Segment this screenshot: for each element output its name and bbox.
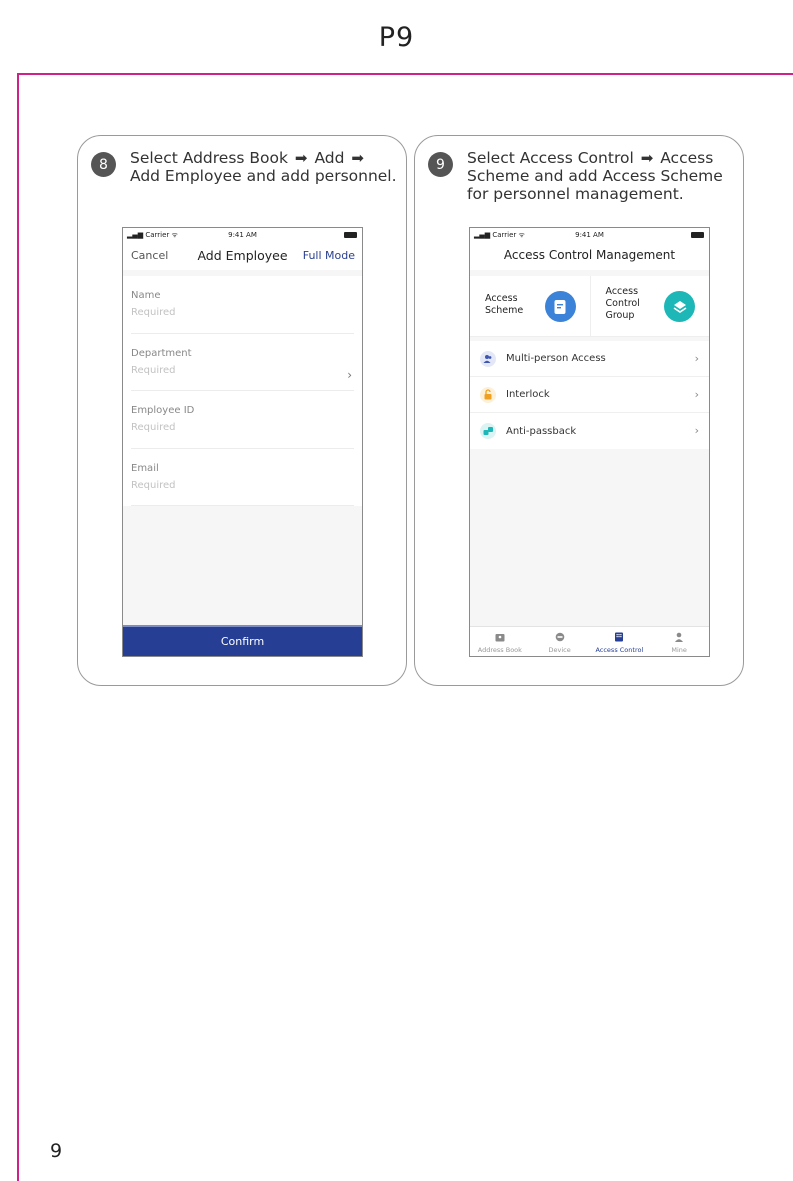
layers-icon (664, 291, 695, 322)
full-mode-button[interactable]: Full Mode (303, 249, 355, 262)
page-number: 9 (50, 1140, 63, 1162)
lock-icon (480, 386, 496, 403)
chevron-right-icon: › (694, 424, 699, 437)
swap-icon (480, 423, 496, 439)
step-9-text-2: Access (660, 149, 714, 167)
email-input[interactable]: Required (131, 480, 354, 491)
step-8-card: 8 Select Address Book ➡ Add ➡ Add Employ… (77, 135, 407, 686)
employee-form: Name Required Department Required › Empl… (123, 276, 362, 506)
bottom-tab-bar: Address Book Device Access Control Mine (470, 626, 709, 656)
tab-label: Address Book (477, 646, 522, 654)
field-label: Email (131, 462, 159, 474)
status-bar: ▂▄▆ Carrier ᯤ 9:41 AM (123, 228, 362, 242)
department-field[interactable]: Department Required › (131, 334, 354, 391)
device-icon (530, 631, 590, 643)
step-8-text-3: Add Employee and add personnel. (130, 167, 397, 185)
list-item-multi-person-access[interactable]: Multi-person Access › (470, 341, 709, 377)
feature-tiles: Access Scheme Access Control Group (470, 276, 709, 337)
step-9-card: 9 Select Access Control ➡ Access Scheme … (414, 135, 744, 686)
arrow-right-icon: ➡ (294, 149, 308, 167)
field-label: Name (131, 290, 161, 301)
access-control-phone-screen: ▂▄▆ Carrier ᯤ 9:41 AM Access Control Man… (469, 227, 710, 657)
field-label: Department (131, 347, 192, 359)
step-8-instructions: Select Address Book ➡ Add ➡ Add Employee… (130, 149, 398, 185)
step-9-text-4: for personnel management. (467, 185, 684, 203)
list-item-interlock[interactable]: Interlock › (470, 377, 709, 413)
access-scheme-tile[interactable]: Access Scheme (470, 276, 590, 336)
field-label: Employee ID (131, 405, 195, 416)
settings-list: Multi-person Access › Interlock › Anti-p… (470, 341, 709, 449)
step-9-text-3: Scheme and add Access Scheme (467, 167, 723, 185)
employee-id-field[interactable]: Employee ID Required (131, 391, 354, 449)
tab-access-control[interactable]: Access Control (590, 627, 650, 656)
chevron-right-icon: › (347, 367, 352, 382)
employee-id-input[interactable]: Required (131, 422, 354, 433)
chevron-right-icon: › (694, 352, 699, 365)
screen-title: Access Control Management (470, 242, 709, 270)
list-item-anti-passback[interactable]: Anti-passback › (470, 413, 709, 449)
step-8-badge: 8 (91, 152, 116, 177)
tile-label: Group (605, 310, 635, 321)
tab-label: Mine (671, 646, 687, 654)
email-field[interactable]: Email Required (131, 449, 354, 506)
status-time: 9:41 AM (575, 231, 604, 239)
access-control-group-tile[interactable]: Access Control Group (589, 276, 710, 336)
name-input[interactable]: Required (131, 307, 354, 318)
name-field[interactable]: Name Required (131, 276, 354, 334)
tab-device[interactable]: Device (530, 627, 590, 656)
tile-label: Access (605, 286, 639, 297)
frame-top-border (17, 73, 793, 75)
list-item-label: Interlock (506, 389, 550, 400)
tab-address-book[interactable]: Address Book (470, 627, 530, 656)
step-9-text-1: Select Access Control (467, 149, 634, 167)
people-icon (480, 350, 496, 367)
nav-bar: Cancel Add Employee Full Mode (123, 242, 362, 270)
add-employee-phone-screen: ▂▄▆ Carrier ᯤ 9:41 AM Cancel Add Employe… (122, 227, 363, 657)
access-control-icon (590, 631, 650, 643)
step-9-badge: 9 (428, 152, 453, 177)
list-item-label: Multi-person Access (506, 353, 606, 364)
tile-label: Access (485, 293, 518, 304)
address-book-icon (470, 631, 530, 643)
page-title: P9 (378, 22, 415, 53)
battery-icon (344, 232, 357, 238)
step-8-text-2: Add (314, 149, 345, 167)
arrow-right-icon: ➡ (640, 149, 654, 167)
step-9-instructions: Select Access Control ➡ Access Scheme an… (467, 149, 735, 203)
confirm-button[interactable]: Confirm (123, 625, 362, 656)
tab-label: Access Control (595, 646, 644, 654)
list-item-label: Anti-passback (506, 425, 577, 437)
chevron-right-icon: › (694, 388, 699, 401)
arrow-right-icon: ➡ (351, 149, 364, 167)
status-bar: ▂▄▆ Carrier ᯤ 9:41 AM (470, 228, 709, 242)
status-time: 9:41 AM (228, 231, 257, 239)
frame-left-border (17, 73, 19, 1181)
tile-label: Control (605, 298, 640, 309)
document-icon (544, 291, 576, 322)
battery-icon (691, 232, 704, 238)
department-input[interactable]: Required (131, 365, 354, 376)
tab-label: Device (548, 646, 571, 654)
step-8-text-1: Select Address Book (130, 149, 288, 167)
tile-label: Scheme (485, 305, 524, 316)
tab-mine[interactable]: Mine (649, 627, 709, 656)
user-icon (649, 631, 709, 643)
